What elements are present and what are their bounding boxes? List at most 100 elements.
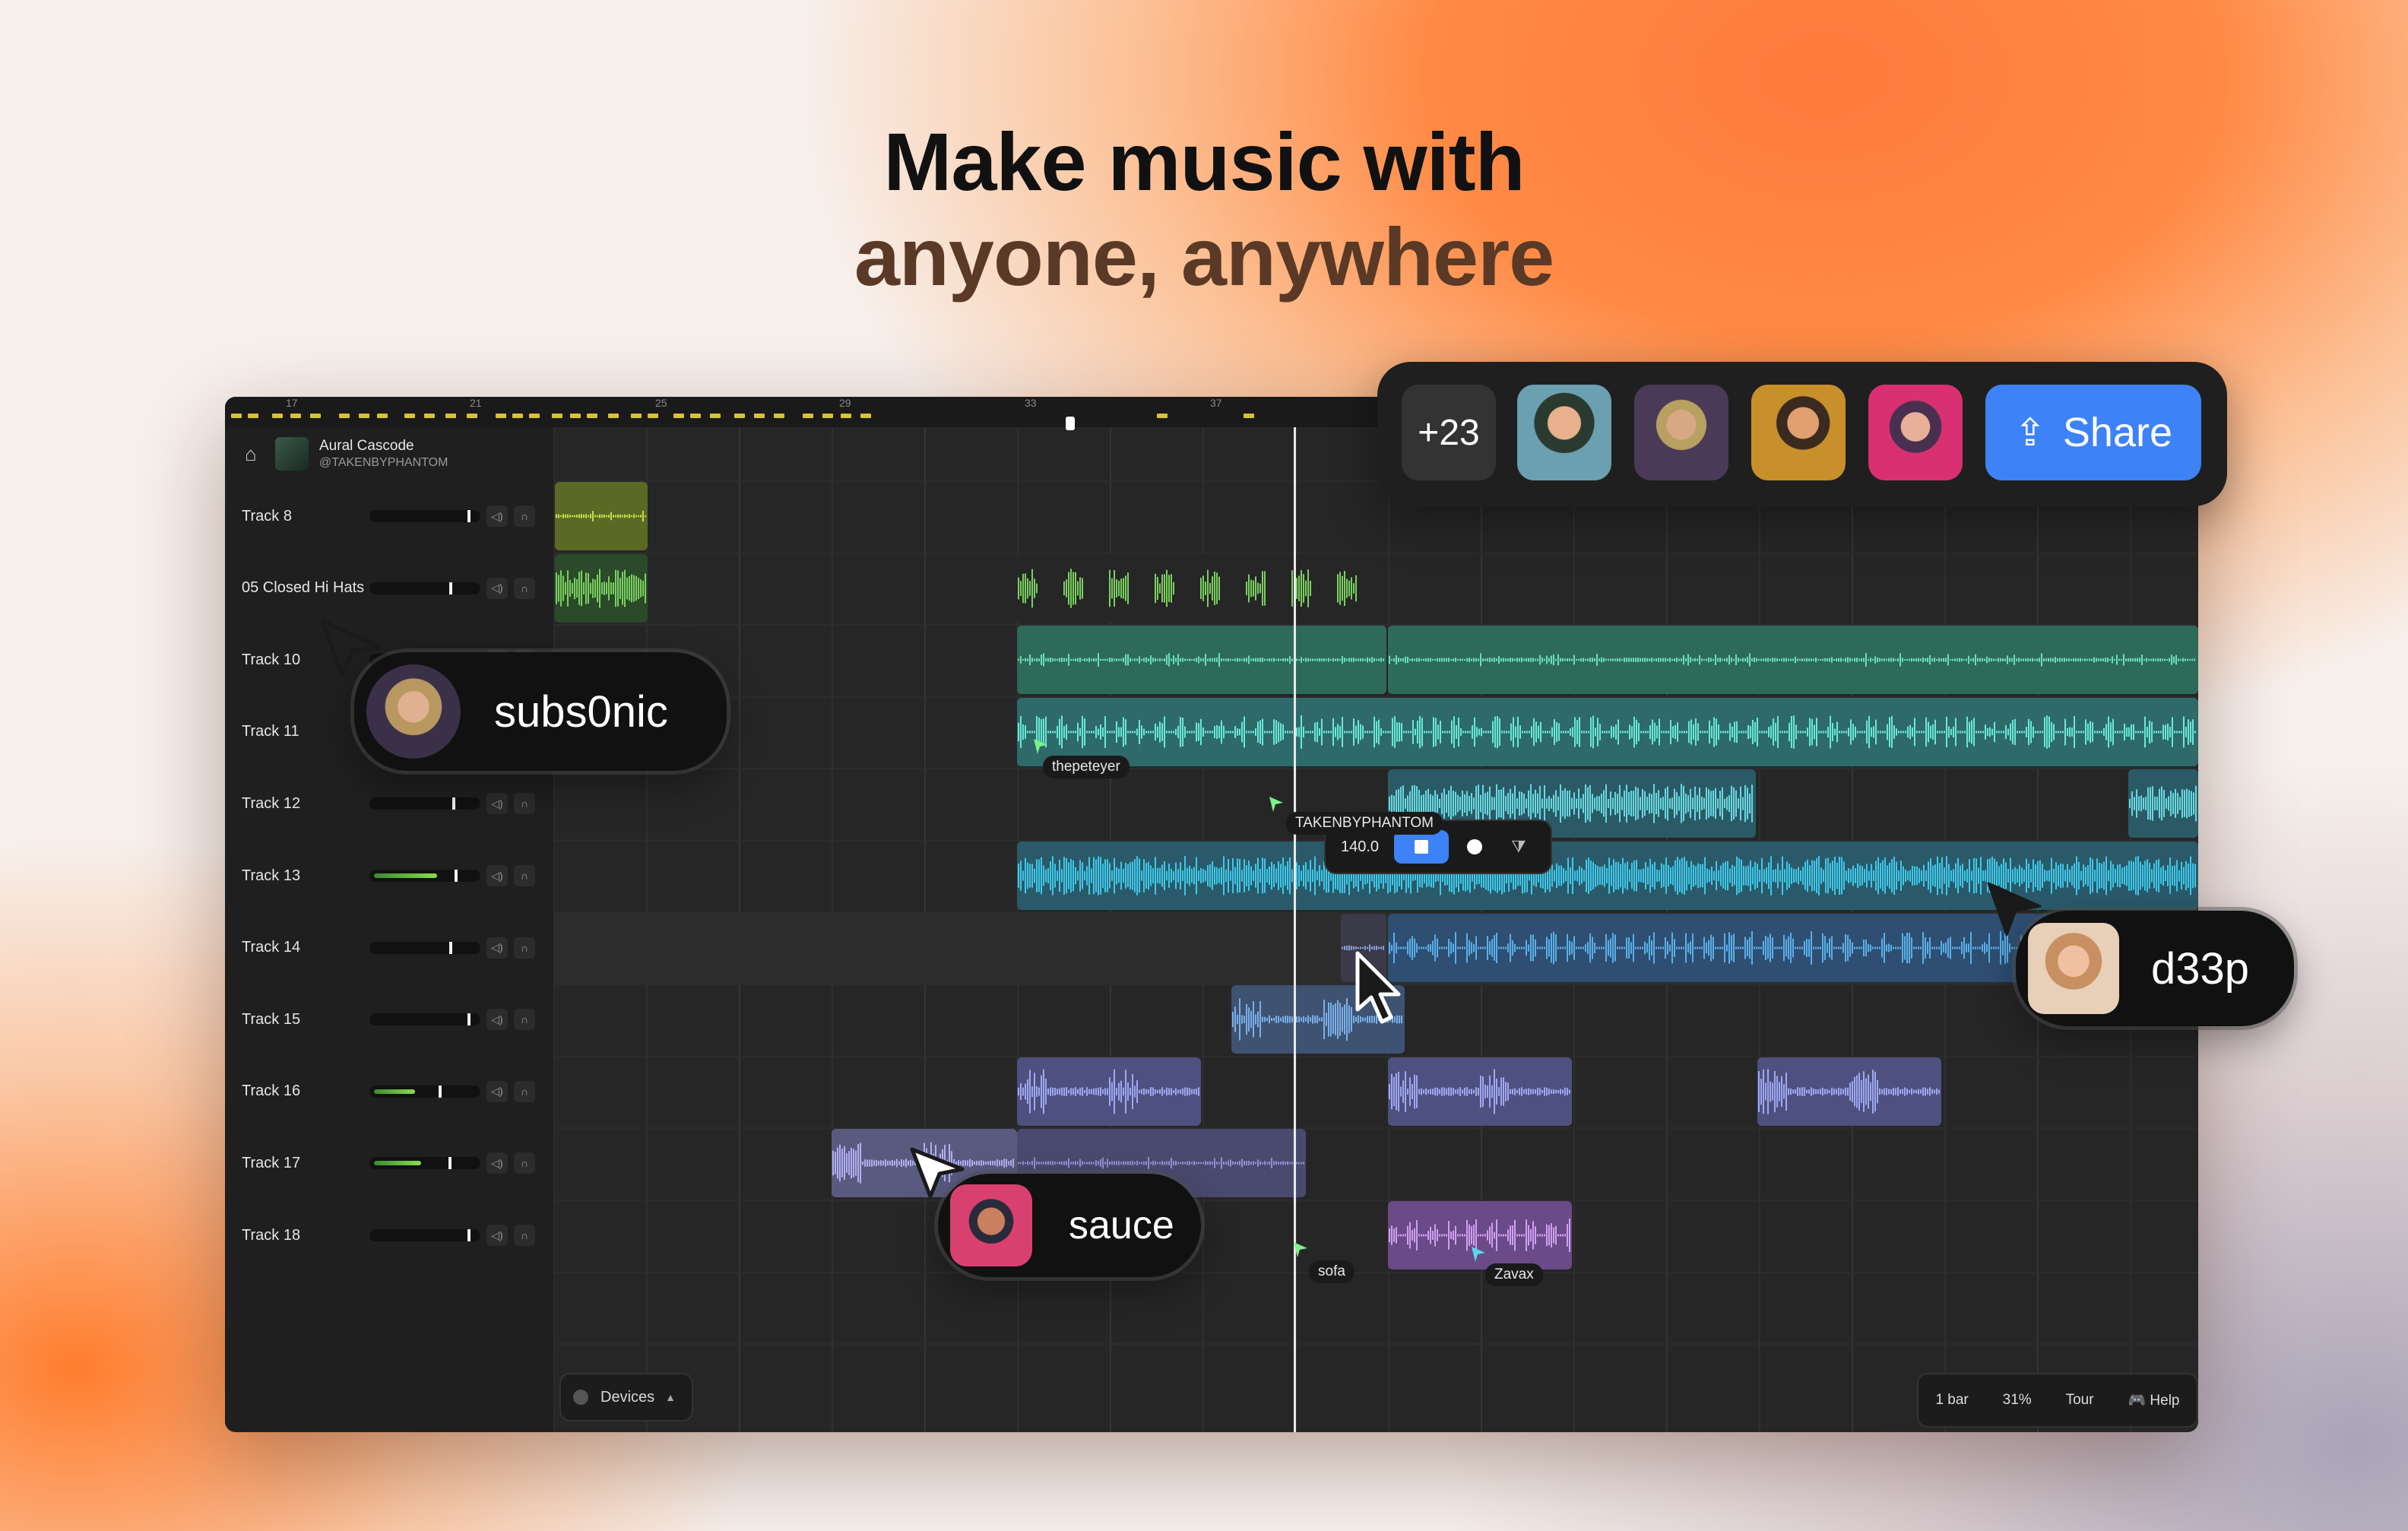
share-icon: ⇪ [2014,411,2046,454]
daw-window: 17 21 25 29 33 37 ⌂ Aural Cascode @TAKEN… [225,397,2198,1432]
hero-title-line1: Make music with [883,116,1525,208]
tempo-display[interactable]: 140.0 [1341,838,1379,856]
stop-button[interactable] [1394,830,1450,864]
audio-clip[interactable] [1017,697,2198,766]
track-header[interactable]: Track 8 ◁) ∩ [225,480,555,552]
fader-knob[interactable] [467,510,471,522]
fader-knob[interactable] [467,1229,471,1241]
mute-icon[interactable]: ◁) [486,937,508,959]
audio-clip[interactable] [1108,553,1131,623]
volume-fader[interactable] [369,870,480,882]
track-name: 05 Closed Hi Hats [242,579,365,597]
devices-button[interactable]: Devices ▲ [559,1373,693,1422]
audio-clip[interactable] [555,482,648,550]
audio-clip[interactable] [1017,1057,1201,1126]
audio-clip[interactable] [1017,553,1040,623]
headphones-icon[interactable]: ∩ [514,1080,535,1102]
home-icon[interactable]: ⌂ [245,444,263,464]
track-header[interactable]: Track 15 ◁) ∩ [225,984,555,1055]
track-header[interactable]: Track 13 ◁) ∩ [225,840,555,911]
audio-clip[interactable] [1388,626,2198,695]
level-meter [374,1089,415,1094]
cursor-arrow-icon [320,618,382,677]
audio-clip[interactable] [1063,553,1085,623]
collaborator-avatar[interactable] [1868,385,1963,480]
track-header[interactable]: Track 16 ◁) ∩ [225,1056,555,1127]
cursor-arrow-icon [1987,882,2042,937]
mute-icon[interactable]: ◁) [486,506,508,527]
grid-size-button[interactable]: 1 bar [1935,1392,1968,1409]
volume-fader[interactable] [369,1013,480,1026]
bar-number: 25 [655,397,667,409]
audio-clip[interactable] [2128,769,2198,838]
playhead-handle[interactable] [1066,417,1075,430]
volume-fader[interactable] [369,582,480,594]
record-button[interactable] [1467,839,1483,854]
mute-icon[interactable]: ◁) [486,1152,508,1174]
share-button[interactable]: ⇪ Share [1985,385,2201,480]
collaborator-count[interactable]: +23 [1402,385,1496,480]
bar-number: 17 [286,397,298,409]
track-header[interactable]: Track 12 ◁) ∩ [225,768,555,839]
volume-fader[interactable] [369,1229,480,1241]
tour-button[interactable]: Tour [2066,1392,2094,1409]
metronome-icon[interactable]: ⧩ [1511,837,1526,857]
headphones-icon[interactable]: ∩ [514,865,535,886]
grid-line [555,1127,2198,1130]
audio-clip[interactable] [1757,1057,1941,1126]
cursor-label: sofa [1309,1260,1354,1283]
volume-fader[interactable] [369,1085,480,1098]
arrangement-view[interactable] [555,427,2198,1432]
volume-fader[interactable] [369,797,480,810]
ruler-marker [803,414,813,418]
audio-clip[interactable] [1154,553,1177,623]
headphones-icon[interactable]: ∩ [514,937,535,959]
fader-knob[interactable] [449,941,452,954]
presence-pill-subs0nic: subs0nic [354,652,727,771]
volume-fader[interactable] [369,1157,480,1170]
audio-clip[interactable] [1388,1057,1572,1126]
headphones-icon[interactable]: ∩ [514,577,535,599]
track-header[interactable]: Track 18 ◁) ∩ [225,1200,555,1271]
fader-knob[interactable] [449,582,452,594]
headphones-icon[interactable]: ∩ [514,793,535,815]
volume-fader[interactable] [369,510,480,522]
collaborator-avatar[interactable] [1751,385,1846,480]
headphones-icon[interactable]: ∩ [514,1225,535,1246]
audio-clip[interactable] [1245,553,1268,623]
playhead[interactable] [1294,427,1296,1432]
track-header[interactable]: Track 14 ◁) ∩ [225,912,555,984]
audio-clip[interactable] [1017,626,1386,695]
track-header[interactable]: Track 17 ◁) ∩ [225,1127,555,1199]
fader-knob[interactable] [467,1013,471,1026]
track-list-panel: ⌂ Aural Cascode @TAKENBYPHANTOM Track 8 ◁… [225,427,555,1432]
mute-icon[interactable]: ◁) [486,1009,508,1031]
headphones-icon[interactable]: ∩ [514,506,535,527]
mute-icon[interactable]: ◁) [486,1080,508,1102]
waveform [1018,569,1038,607]
mute-icon[interactable]: ◁) [486,577,508,599]
help-button[interactable]: 🎮 Help [2128,1391,2179,1409]
ruler-marker [404,414,415,418]
bar-number: 37 [1210,397,1222,409]
headphones-icon[interactable]: ∩ [514,1009,535,1031]
track-header[interactable]: 05 Closed Hi Hats ◁) ∩ [225,553,555,624]
collaborator-avatar[interactable] [1517,385,1611,480]
mute-icon[interactable]: ◁) [486,865,508,886]
fader-knob[interactable] [455,870,458,882]
ruler-marker [774,414,784,418]
fader-knob[interactable] [452,797,455,810]
ruler-marker [754,414,765,418]
audio-clip[interactable] [1336,553,1359,623]
zoom-level[interactable]: 31% [2003,1392,2032,1409]
audio-clip[interactable] [1199,553,1222,623]
audio-clip[interactable] [555,553,648,623]
headphones-icon[interactable]: ∩ [514,1152,535,1174]
fader-knob[interactable] [448,1157,452,1170]
fader-knob[interactable] [439,1085,442,1098]
mute-icon[interactable]: ◁) [486,793,508,815]
mute-icon[interactable]: ◁) [486,1225,508,1246]
volume-fader[interactable] [369,941,480,954]
ruler-marker [822,414,833,418]
collaborator-avatar[interactable] [1634,385,1728,480]
